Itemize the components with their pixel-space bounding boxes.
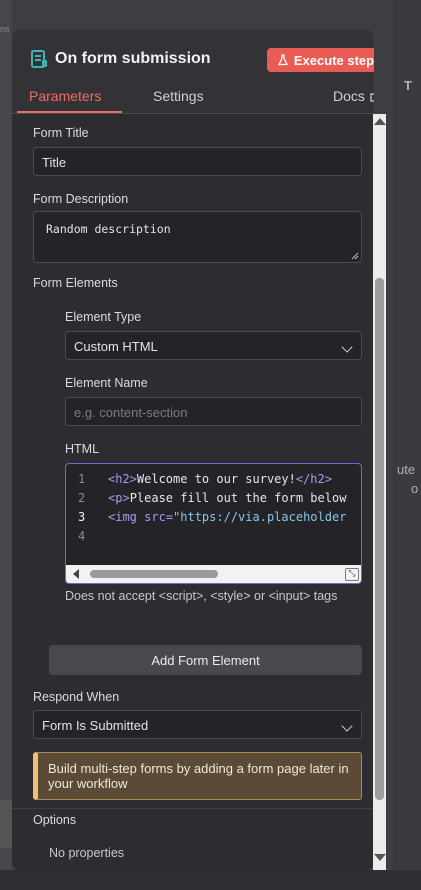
code-tag-open: <img — [108, 510, 137, 524]
chevron-down-icon — [341, 341, 353, 353]
backdrop-left-strip — [0, 0, 12, 890]
parameters-body: Form Title Title Form Description Random… — [12, 114, 374, 870]
form-description-textarea[interactable]: Random description — [33, 211, 362, 263]
no-properties-text: No properties — [49, 846, 125, 860]
scroll-down-arrow-icon[interactable] — [374, 854, 386, 861]
form-icon — [31, 50, 47, 68]
execute-step-label: Execute step — [293, 52, 374, 68]
code-tag-close: </h2> — [295, 472, 332, 486]
element-name-placeholder: e.g. content-section — [74, 405, 188, 420]
line-number: 1 — [78, 472, 86, 486]
form-title-input[interactable]: Title — [33, 147, 362, 176]
code-string: "https://via.placeholder — [173, 510, 347, 524]
panel-header: On form submission Execute step — [12, 30, 374, 84]
scroll-left-arrow-icon[interactable] — [73, 569, 79, 579]
code-text: <h2>Welcome to our survey!</h2> — [108, 472, 332, 486]
respond-when-value: Form Is Submitted — [42, 718, 149, 733]
form-description-label: Form Description — [33, 192, 129, 206]
element-type-label: Element Type — [65, 310, 142, 324]
execute-step-button[interactable]: Execute step — [267, 48, 374, 72]
code-content: Please fill out the form below — [129, 491, 347, 505]
tab-parameters[interactable]: Parameters — [29, 88, 101, 104]
notice-text: Build multi-step forms by adding a form … — [48, 761, 349, 791]
backdrop-right-text-top: T — [404, 78, 412, 93]
html-label: HTML — [65, 442, 100, 456]
panel-tabs: Parameters Settings Docs — [12, 84, 374, 114]
html-code-editor[interactable]: 1 <h2>Welcome to our survey!</h2> 2 <p>P… — [65, 463, 362, 584]
line-number: 4 — [78, 529, 86, 543]
code-text: <img src="https://via.placeholder — [108, 510, 346, 524]
form-title-value: Title — [42, 155, 67, 170]
respond-when-label: Respond When — [33, 690, 120, 704]
backdrop-right-text: ute o — [397, 460, 418, 498]
flask-icon — [277, 54, 288, 66]
external-link-icon — [370, 92, 374, 102]
code-attr: src= — [136, 510, 174, 524]
docs-link[interactable]: Docs — [333, 88, 374, 104]
tab-settings[interactable]: Settings — [153, 88, 204, 104]
chevron-down-icon — [341, 720, 353, 732]
docs-label: Docs — [333, 88, 365, 104]
editor-horizontal-scrollbar[interactable]: ⤡ — [66, 565, 361, 583]
backdrop-left-block — [0, 800, 12, 848]
editor-resize-icon[interactable]: ⤡ — [345, 568, 359, 581]
form-title-label: Form Title — [33, 126, 89, 140]
line-number: 3 — [78, 510, 86, 524]
element-name-input[interactable]: e.g. content-section — [65, 397, 362, 426]
backdrop-right-line-1: ute — [397, 462, 416, 477]
form-description-value: Random description — [46, 222, 171, 236]
line-number: 2 — [78, 491, 86, 505]
code-content: Welcome to our survey! — [136, 472, 296, 486]
element-type-select[interactable]: Custom HTML — [65, 331, 362, 360]
respond-when-select[interactable]: Form Is Submitted — [33, 710, 362, 739]
backdrop-left-text: ns — [0, 24, 10, 34]
panel-title: On form submission — [55, 50, 211, 67]
divider — [12, 808, 374, 809]
active-tab-indicator — [17, 111, 122, 113]
node-settings-panel: On form submission Execute step Paramete… — [12, 30, 374, 870]
code-tag-open: <p> — [108, 491, 130, 505]
form-elements-label: Form Elements — [33, 276, 118, 290]
editor-scroll-thumb[interactable] — [90, 570, 218, 578]
options-label: Options — [33, 813, 77, 827]
element-type-value: Custom HTML — [74, 339, 158, 354]
panel-scroll-thumb[interactable] — [375, 278, 384, 800]
backdrop-right-strip — [393, 0, 421, 890]
textarea-resize-handle-icon[interactable] — [351, 252, 359, 260]
html-hint-text: Does not accept <script>, <style> or <in… — [65, 589, 338, 603]
backdrop-right-line-2: o — [411, 481, 419, 496]
multi-step-notice: Build multi-step forms by adding a form … — [33, 752, 362, 800]
add-form-element-button[interactable]: Add Form Element — [49, 645, 362, 675]
code-text: <p>Please fill out the form below — [108, 491, 346, 505]
code-tag-open: <h2> — [108, 472, 137, 486]
element-name-label: Element Name — [65, 376, 148, 390]
scroll-up-arrow-icon[interactable] — [374, 118, 386, 125]
backdrop-bottom — [0, 870, 421, 890]
